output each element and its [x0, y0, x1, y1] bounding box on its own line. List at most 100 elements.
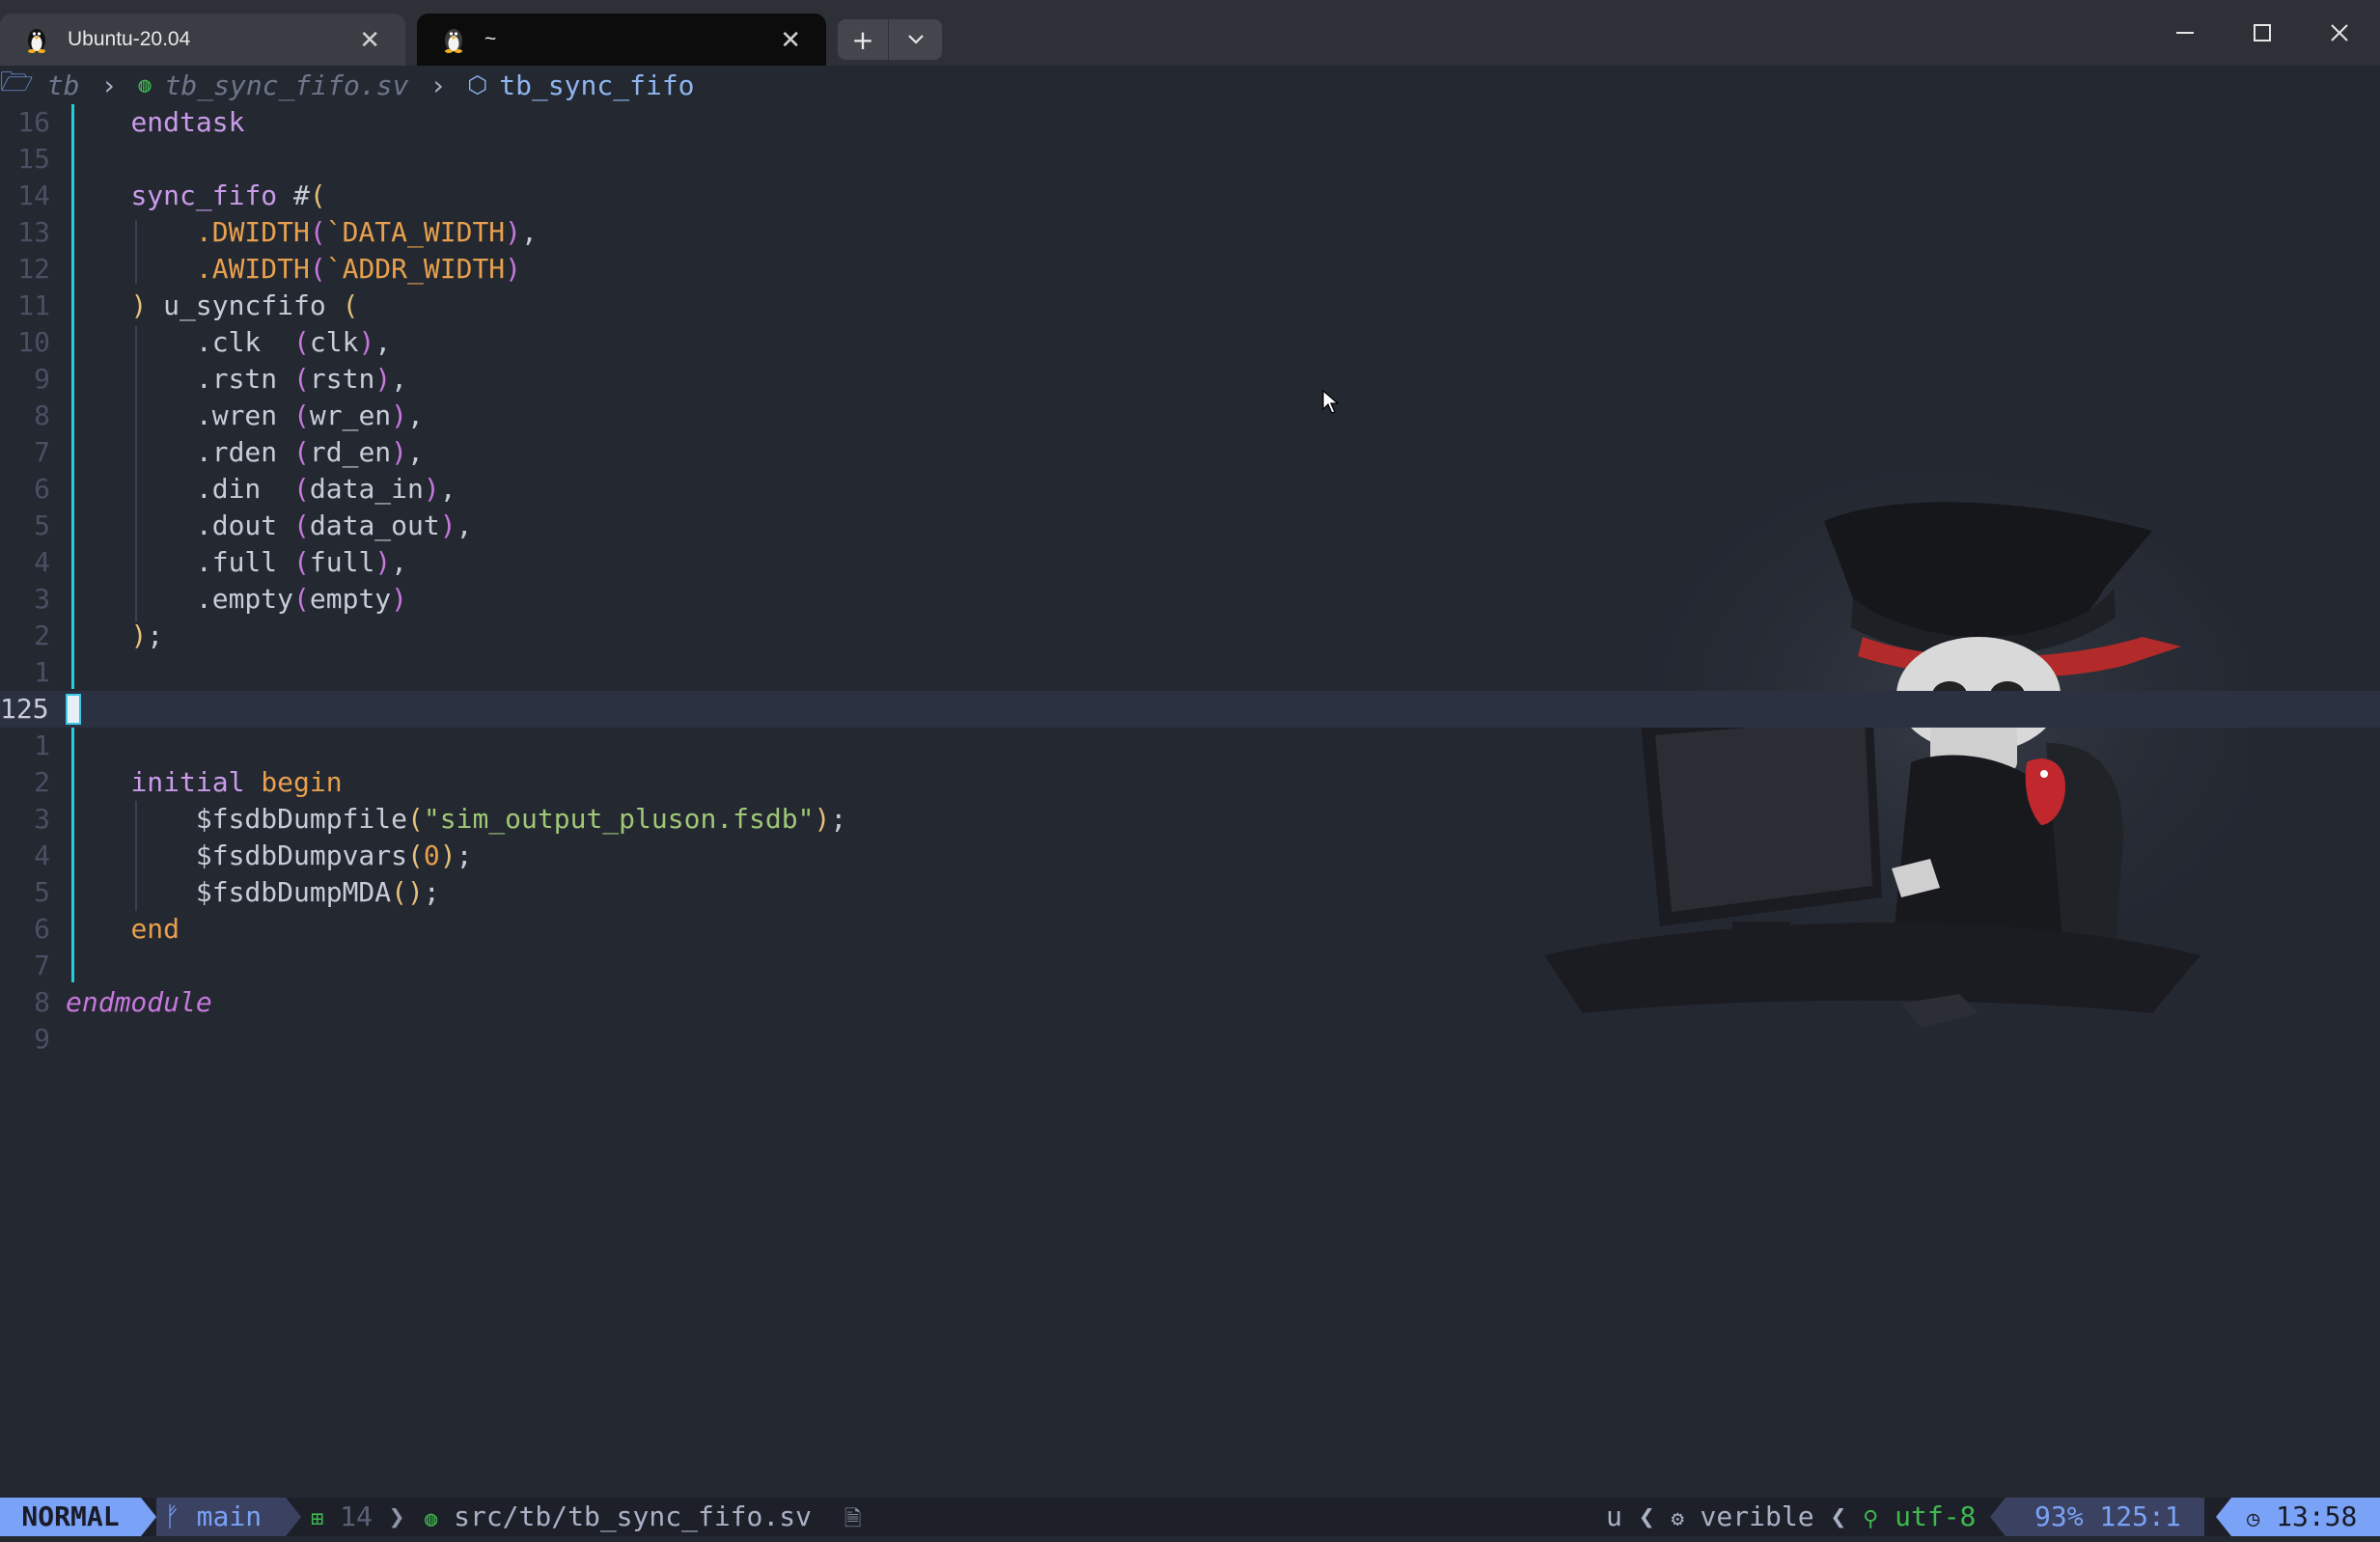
maximize-button[interactable]	[2224, 0, 2301, 66]
code-token: (	[293, 583, 310, 615]
code-line[interactable]: 8 .wren (wr_en),	[0, 398, 2380, 434]
code-token: sync_fifo	[130, 179, 278, 211]
line-code: $fsdbDumpMDA();	[66, 874, 440, 911]
code-editor[interactable]: 16 endtask 15 14 sync_fifo #(13 .DWIDTH(`D…	[0, 104, 2380, 1058]
mouse-pointer-icon	[1322, 390, 1340, 414]
code-token: )	[423, 473, 440, 505]
code-line[interactable]: 12 .AWIDTH(`ADDR_WIDTH)	[0, 251, 2380, 288]
git-branch-icon: ᚠ	[164, 1501, 180, 1532]
code-line[interactable]: 9	[0, 1021, 2380, 1058]
line-code: .DWIDTH(`DATA_WIDTH),	[66, 214, 538, 251]
code-token: rstn	[309, 363, 375, 395]
code-line[interactable]: 3 $fsdbDumpfile("sim_output_pluson.fsdb"…	[0, 801, 2380, 838]
code-token: ;	[456, 840, 473, 871]
git-branch: ᚠ main	[156, 1498, 286, 1536]
code-token: endtask	[130, 106, 245, 138]
code-line[interactable]: 2 );	[0, 618, 2380, 654]
code-token: )	[130, 289, 148, 321]
code-line[interactable]: 14 sync_fifo #(	[0, 178, 2380, 214]
code-line[interactable]: 10 .clk (clk),	[0, 324, 2380, 361]
folder-icon: 🗁	[0, 66, 34, 97]
code-line[interactable]: 13 .DWIDTH(`DATA_WIDTH),	[0, 214, 2380, 251]
lsp-name: verible	[1700, 1501, 1814, 1532]
code-line[interactable]: 9 .rstn (rstn),	[0, 361, 2380, 398]
line-number: 6	[34, 473, 50, 505]
code-token: )	[505, 216, 522, 248]
breadcrumb-file[interactable]: tb_sync_fifo.sv	[165, 69, 409, 101]
line-number: 6	[34, 913, 50, 945]
code-token: ,	[439, 473, 457, 505]
line-number: 13	[17, 216, 50, 248]
code-token: .dout	[195, 509, 294, 541]
new-tab-button[interactable]: +	[838, 19, 889, 60]
code-token: .rden	[195, 436, 294, 468]
code-token: .wren	[195, 399, 294, 431]
line-number: 2	[34, 766, 50, 798]
code-line[interactable]: 15	[0, 141, 2380, 178]
tab-dropdown-button[interactable]	[889, 19, 942, 60]
code-token: )	[391, 583, 408, 615]
line-code: .empty(empty)	[66, 581, 407, 618]
line-code: .wren (wr_en),	[66, 398, 424, 434]
tab-ubuntu[interactable]: Ubuntu-20.04 ✕	[0, 14, 405, 66]
code-token: (	[293, 399, 310, 431]
code-line[interactable]: 1	[0, 728, 2380, 764]
code-line[interactable]: 2 initial begin	[0, 764, 2380, 801]
code-token: `ADDR_WIDTH	[325, 253, 506, 285]
minimize-button[interactable]	[2146, 0, 2224, 66]
powerline-separator	[1990, 1498, 2006, 1536]
lsp-icon: ⚙	[1671, 1507, 1684, 1531]
clock-icon: ◷	[2247, 1507, 2260, 1531]
line-number: 125	[0, 693, 49, 725]
code-line[interactable]: 1	[0, 654, 2380, 691]
code-token: end	[130, 913, 180, 945]
code-token: )	[439, 840, 457, 871]
code-line[interactable]: 4 .full (full),	[0, 544, 2380, 581]
tab-close-icon[interactable]: ✕	[780, 27, 801, 52]
diagnostics-count: 14	[340, 1501, 373, 1532]
code-line[interactable]: 11 ) u_syncfifo (	[0, 288, 2380, 324]
code-line[interactable]: 5 .dout (data_out),	[0, 508, 2380, 544]
code-line[interactable]: 3 .empty(empty)	[0, 581, 2380, 618]
code-token: .din	[195, 473, 294, 505]
code-token: u_syncfifo	[147, 289, 343, 321]
code-line[interactable]: 8 endmodule	[0, 984, 2380, 1021]
tab-home[interactable]: ~ ✕	[417, 14, 826, 66]
code-token: )	[130, 620, 148, 651]
close-window-button[interactable]	[2301, 0, 2378, 66]
line-code: .full (full),	[66, 544, 407, 581]
code-token: `DATA_WIDTH	[325, 216, 506, 248]
breadcrumb-folder[interactable]: tb	[47, 69, 80, 101]
code-token: ;	[423, 876, 440, 908]
line-code: .clk (clk),	[66, 324, 391, 361]
code-line[interactable]: 5 $fsdbDumpMDA();	[0, 874, 2380, 911]
line-number: 15	[17, 143, 50, 175]
text-cursor	[66, 694, 81, 725]
code-line[interactable]: 16 endtask	[0, 104, 2380, 141]
code-line[interactable]: 6 .din (data_in),	[0, 471, 2380, 508]
code-line[interactable]: 7	[0, 948, 2380, 984]
code-token: .AWIDTH	[195, 253, 310, 285]
line-number: 5	[34, 509, 50, 541]
code-line[interactable]: 6 end	[0, 911, 2380, 948]
code-token: )	[391, 436, 408, 468]
code-line[interactable]: 4 $fsdbDumpvars(0);	[0, 838, 2380, 874]
code-token: .full	[195, 546, 294, 578]
code-token: ,	[374, 326, 392, 358]
code-token: .rstn	[195, 363, 294, 395]
breadcrumb-module[interactable]: tb_sync_fifo	[499, 69, 694, 101]
current-line[interactable]: 125	[0, 691, 2380, 728]
code-token: endmodule	[66, 986, 212, 1018]
tab-close-icon[interactable]: ✕	[359, 27, 380, 52]
document-icon: 🗎	[844, 1507, 862, 1531]
code-token: ,	[407, 399, 424, 431]
file-path: ◍ src/tb/tb_sync_fifo.sv 🗎	[425, 1498, 861, 1536]
code-line[interactable]: 7 .rden (rd_en),	[0, 434, 2380, 471]
code-token: ,	[407, 436, 424, 468]
